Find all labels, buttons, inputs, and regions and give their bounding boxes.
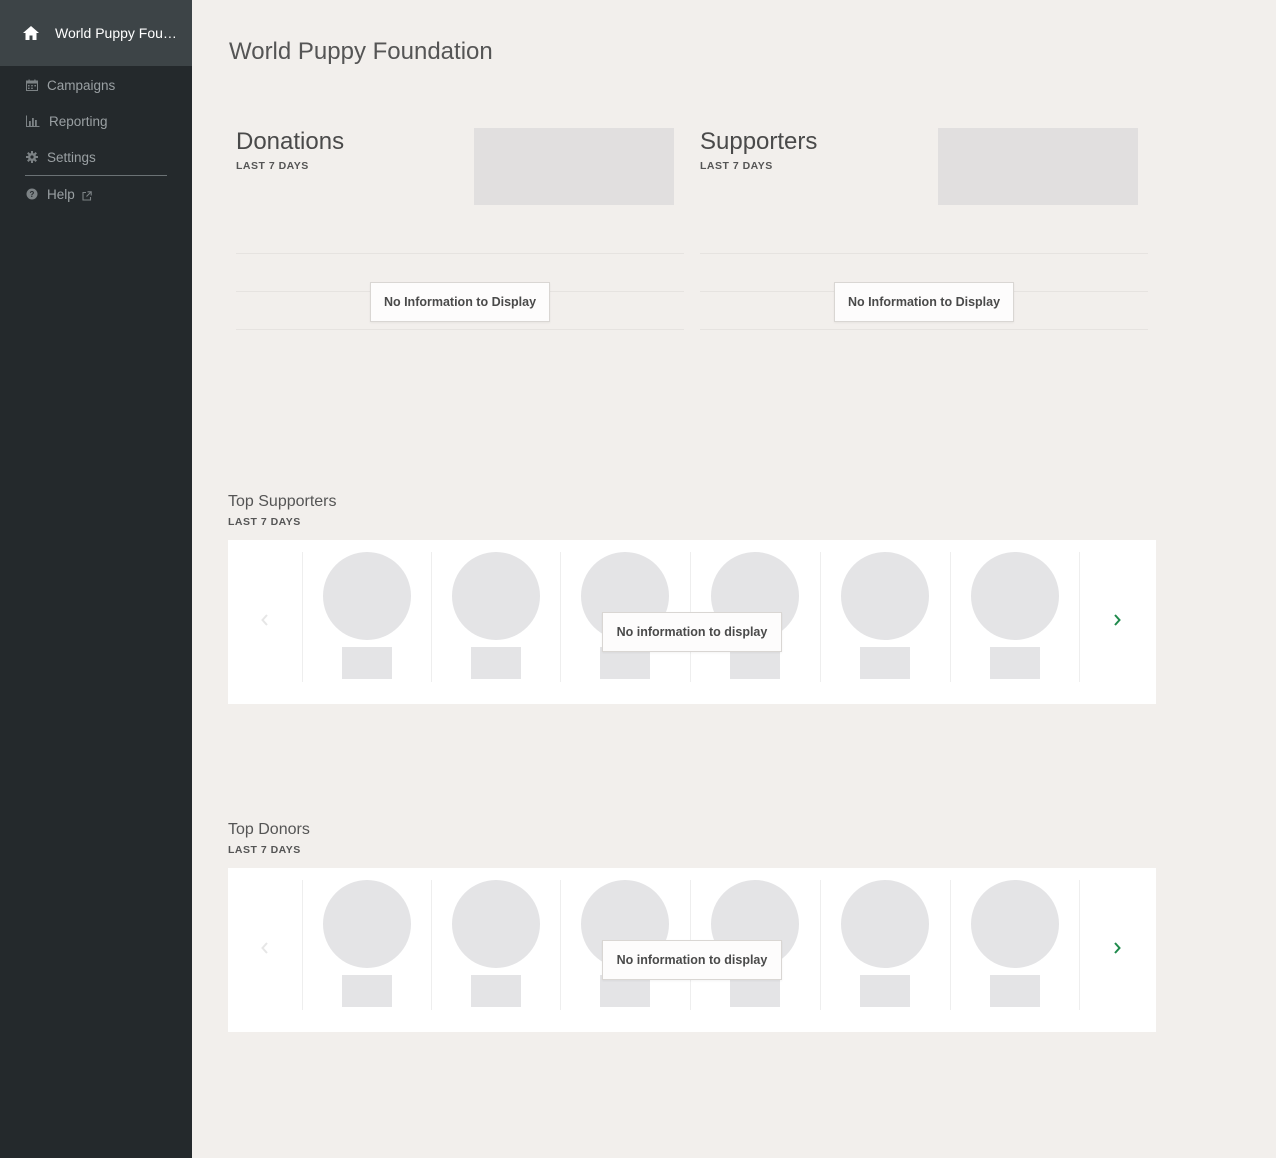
chevron-right-icon <box>1113 613 1121 631</box>
section-title-top-donors: Top Donors <box>228 821 310 838</box>
calendar-icon <box>26 79 38 91</box>
avatar-placeholder <box>841 880 929 968</box>
supporter-slot <box>302 552 432 682</box>
gear-icon <box>26 151 38 163</box>
name-placeholder <box>471 975 521 1007</box>
sidebar-item-settings[interactable]: Settings <box>0 139 192 175</box>
name-placeholder <box>342 647 392 679</box>
avatar-placeholder <box>452 552 540 640</box>
name-placeholder <box>860 647 910 679</box>
sidebar-nav: Campaigns Reporting Settings ? Help <box>0 66 192 212</box>
sidebar-item-label: Reporting <box>49 113 108 129</box>
avatar-placeholder <box>323 880 411 968</box>
avatar-placeholder <box>452 880 540 968</box>
supporters-card: Supporters LAST 7 DAYS No Information to… <box>700 128 1148 338</box>
sidebar-item-campaigns[interactable]: Campaigns <box>0 67 192 103</box>
name-placeholder <box>990 975 1040 1007</box>
avatar-placeholder <box>971 552 1059 640</box>
section-title-top-supporters: Top Supporters <box>228 493 337 510</box>
supporter-slot <box>950 552 1080 682</box>
donations-card: Donations LAST 7 DAYS No Information to … <box>236 128 684 338</box>
org-name: World Puppy Foundation <box>55 25 177 41</box>
chevron-left-icon <box>261 613 269 631</box>
top-donors-carousel: No information to display <box>228 868 1156 1032</box>
sidebar-item-reporting[interactable]: Reporting <box>0 103 192 139</box>
stat-value-placeholder <box>474 128 674 205</box>
carousel-prev-button[interactable] <box>255 938 275 962</box>
section-subtitle: LAST 7 DAYS <box>228 844 301 856</box>
sidebar-item-label: Campaigns <box>47 77 116 93</box>
carousel-prev-button[interactable] <box>255 610 275 634</box>
stat-value-placeholder <box>938 128 1138 205</box>
chart-gridline <box>700 253 1148 254</box>
supporter-slot <box>820 552 950 682</box>
donor-slot <box>950 880 1080 1010</box>
home-icon <box>22 25 40 41</box>
section-subtitle: LAST 7 DAYS <box>228 516 301 528</box>
stat-subtitle: LAST 7 DAYS <box>700 160 773 172</box>
supporter-slot <box>431 552 561 682</box>
avatar-placeholder <box>323 552 411 640</box>
chart-gridline <box>700 329 1148 330</box>
app: World Puppy Foundation Campaigns Reporti… <box>0 0 1276 1158</box>
bar-chart-icon <box>26 115 40 127</box>
empty-state-message: No Information to Display <box>370 282 550 322</box>
name-placeholder <box>342 975 392 1007</box>
avatar-placeholder <box>971 880 1059 968</box>
sidebar-item-label: Settings <box>47 149 96 165</box>
empty-state-message: No information to display <box>602 940 782 980</box>
name-placeholder <box>860 975 910 1007</box>
org-home-link[interactable]: World Puppy Foundation <box>0 0 192 66</box>
donor-slot <box>431 880 561 1010</box>
chevron-left-icon <box>261 941 269 959</box>
name-placeholder <box>471 647 521 679</box>
carousel-next-button[interactable] <box>1107 610 1127 634</box>
top-supporters-carousel: No information to display <box>228 540 1156 704</box>
carousel-next-button[interactable] <box>1107 938 1127 962</box>
stat-title: Supporters <box>700 128 818 155</box>
svg-text:?: ? <box>30 190 35 199</box>
empty-state-message: No Information to Display <box>834 282 1014 322</box>
empty-state-message: No information to display <box>602 612 782 652</box>
sidebar-item-label: Help <box>47 186 75 202</box>
sidebar-item-help[interactable]: ? Help <box>0 176 192 212</box>
chart-gridline <box>236 253 684 254</box>
stat-subtitle: LAST 7 DAYS <box>236 160 309 172</box>
sidebar: World Puppy Foundation Campaigns Reporti… <box>0 0 192 1158</box>
chart-gridline <box>236 329 684 330</box>
name-placeholder <box>990 647 1040 679</box>
question-circle-icon: ? <box>26 188 38 200</box>
chevron-right-icon <box>1113 941 1121 959</box>
donor-slot <box>302 880 432 1010</box>
donor-slot <box>820 880 950 1010</box>
stat-title: Donations <box>236 128 345 155</box>
avatar-placeholder <box>841 552 929 640</box>
page-title: World Puppy Foundation <box>229 38 493 65</box>
external-link-icon <box>82 189 92 201</box>
